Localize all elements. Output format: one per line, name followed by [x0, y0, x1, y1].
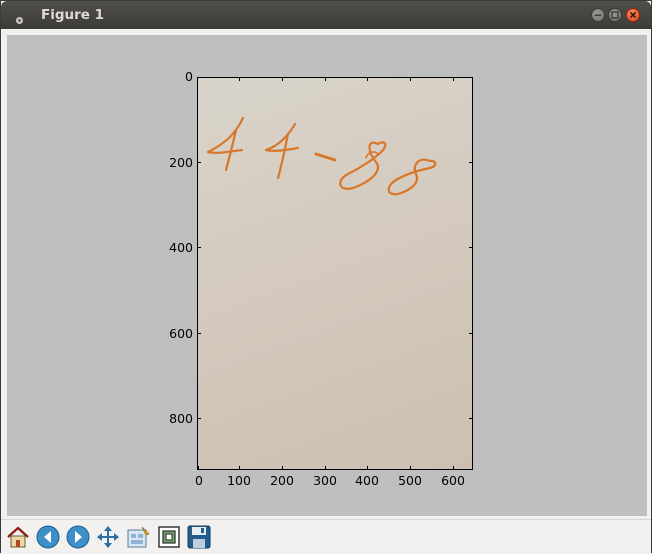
- x-tick-mark: [410, 466, 411, 470]
- pan-icon[interactable]: [95, 524, 121, 550]
- handwritten-digits-image: [206, 116, 437, 196]
- home-icon[interactable]: [5, 524, 31, 550]
- x-tick-mark: [239, 466, 240, 470]
- subplots-icon[interactable]: [125, 524, 151, 550]
- figure-window: Figure 1 0 200 400 600 800 0 100 200 300…: [0, 0, 652, 554]
- back-icon[interactable]: [35, 524, 61, 550]
- x-tick-label: 600: [441, 473, 465, 488]
- x-tick-label: 100: [227, 473, 251, 488]
- x-tick-label: 400: [355, 473, 379, 488]
- save-icon[interactable]: [186, 524, 212, 550]
- navigation-toolbar: [1, 519, 651, 554]
- app-icon: [15, 10, 24, 24]
- y-tick-mark: [469, 418, 473, 419]
- y-tick-label: 800: [169, 411, 193, 426]
- y-tick-label: 0: [185, 69, 193, 84]
- y-tick-mark: [197, 418, 201, 419]
- x-tick-mark: [325, 77, 326, 81]
- x-tick-label: 0: [195, 473, 203, 488]
- x-tick-mark: [453, 77, 454, 81]
- forward-icon[interactable]: [65, 524, 91, 550]
- x-tick-label: 500: [398, 473, 422, 488]
- x-tick-mark: [198, 466, 199, 470]
- y-tick-mark: [469, 333, 473, 334]
- close-icon[interactable]: [626, 8, 640, 22]
- image-axes[interactable]: [197, 77, 473, 470]
- x-tick-mark: [325, 466, 326, 470]
- x-tick-mark: [367, 466, 368, 470]
- x-tick-mark: [282, 77, 283, 81]
- y-tick-label: 400: [169, 240, 193, 255]
- y-tick-mark: [469, 162, 473, 163]
- y-tick-label: 600: [169, 326, 193, 341]
- x-tick-mark: [239, 77, 240, 81]
- title-bar[interactable]: Figure 1: [1, 1, 651, 29]
- x-tick-mark: [282, 466, 283, 470]
- y-tick-mark: [197, 333, 201, 334]
- y-tick-mark: [197, 247, 201, 248]
- maximize-icon[interactable]: [608, 8, 622, 22]
- y-tick-mark: [197, 162, 201, 163]
- x-tick-mark: [410, 77, 411, 81]
- minimize-icon[interactable]: [591, 8, 605, 22]
- zoom-icon[interactable]: [156, 524, 182, 550]
- x-tick-label: 300: [313, 473, 337, 488]
- y-tick-mark: [469, 247, 473, 248]
- x-tick-label: 200: [270, 473, 294, 488]
- x-tick-mark: [367, 77, 368, 81]
- window-title: Figure 1: [41, 7, 105, 23]
- y-tick-mark: [197, 77, 201, 78]
- x-tick-mark: [453, 466, 454, 470]
- y-tick-label: 200: [169, 155, 193, 170]
- figure-canvas[interactable]: 0 200 400 600 800 0 100 200 300 400 500 …: [7, 35, 647, 516]
